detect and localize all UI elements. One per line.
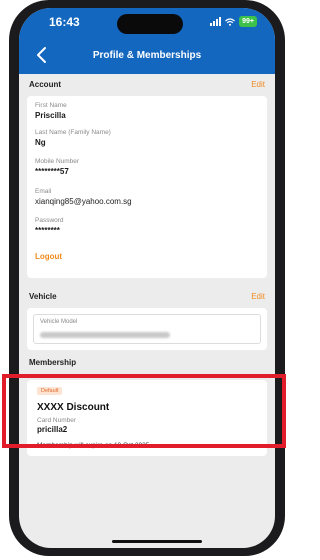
email-label: Email [35, 188, 52, 195]
logout-button[interactable]: Logout [35, 252, 62, 261]
app-screen: 16:43 99+ Profile & Memberships Account [19, 8, 275, 548]
password-label: Password [35, 217, 64, 224]
vehicle-edit-link[interactable]: Edit [251, 292, 265, 301]
page-title: Profile & Memberships [92, 50, 202, 61]
app-header: 16:43 99+ Profile & Memberships [19, 8, 275, 74]
last-name-label: Last Name (Family Name) [35, 129, 111, 136]
account-section-title: Account [29, 80, 61, 89]
membership-section-title: Membership [29, 358, 77, 367]
first-name-label: First Name [35, 102, 67, 109]
first-name-value: Priscilla [35, 111, 66, 120]
status-icons: 99+ [210, 16, 257, 27]
mobile-number-value: ********57 [35, 167, 69, 176]
dynamic-island [117, 14, 183, 34]
vehicle-card: Vehicle Model [27, 308, 267, 350]
vehicle-section-header: Vehicle Edit [19, 288, 275, 306]
account-section-header: Account Edit [19, 76, 275, 94]
last-name-value: Ng [35, 138, 46, 147]
status-time: 16:43 [49, 15, 80, 29]
email-value: xianqing85@yahoo.com.sg [35, 197, 132, 206]
vehicle-model-redacted [40, 332, 170, 338]
home-indicator [112, 540, 202, 543]
vehicle-model-field[interactable]: Vehicle Model [33, 314, 261, 344]
signal-icon [210, 17, 222, 26]
vehicle-model-label: Vehicle Model [40, 319, 78, 325]
account-edit-link[interactable]: Edit [251, 80, 265, 89]
battery-icon: 99+ [239, 16, 257, 27]
wifi-icon [225, 17, 236, 26]
password-value: ******** [35, 226, 60, 235]
vehicle-section-title: Vehicle [29, 292, 57, 301]
phone-frame: 16:43 99+ Profile & Memberships Account [9, 0, 285, 556]
highlight-box [2, 374, 286, 448]
mobile-number-label: Mobile Number [35, 158, 80, 165]
membership-section-header: Membership [19, 354, 275, 372]
account-card: First Name Priscilla Last Name (Family N… [27, 96, 267, 278]
